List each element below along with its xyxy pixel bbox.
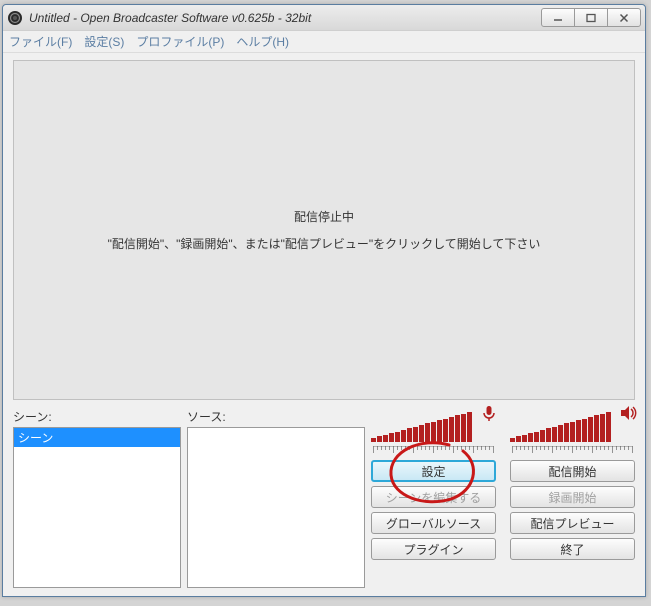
meter-bar [528,433,533,442]
mic-meter[interactable] [371,408,496,442]
menubar: ファイル(F) 設定(S) プロファイル(P) ヘルプ(H) [3,31,645,53]
meter-bar [419,425,424,442]
meter-bar [582,419,587,443]
preview-area: 配信停止中 "配信開始"、"録画開始"、または"配信プレビュー"をクリックして開… [13,60,635,400]
meter-bar [455,415,460,442]
meter-bar [383,435,388,442]
start-stream-button[interactable]: 配信開始 [510,460,635,482]
scene-item[interactable]: シーン [14,428,180,447]
menu-help[interactable]: ヘルプ(H) [236,33,289,50]
meter-bar [431,422,436,442]
meter-bar [540,430,545,442]
scenes-panel: シーン: シーン [13,408,181,588]
global-sources-button[interactable]: グローバルソース [371,512,496,534]
sources-label: ソース: [187,408,365,425]
meter-bar [371,438,376,442]
settings-button[interactable]: 設定 [371,460,496,482]
window-title: Untitled - Open Broadcaster Software v0.… [29,11,541,25]
meter-bar [534,432,539,443]
meter-bar [437,420,442,442]
meter-bar [606,412,611,442]
meter-bar [413,427,418,442]
meter-bar [401,430,406,442]
meter-bar [570,422,575,442]
menu-settings[interactable]: 設定(S) [84,33,124,50]
meter-bar [467,412,472,442]
close-button[interactable] [607,8,641,27]
titlebar[interactable]: Untitled - Open Broadcaster Software v0.… [3,5,645,31]
control-buttons: 設定 配信開始 シーンを編集する 録画開始 グローバルソース 配信プレビュー プ… [371,460,635,560]
meter-bar [461,414,466,442]
meter-bar [449,417,454,442]
scenes-listbox[interactable]: シーン [13,427,181,588]
stream-status-text: 配信停止中 [294,208,354,225]
minimize-icon [553,13,563,23]
meter-bar [600,414,605,442]
meter-bar [558,425,563,442]
bottom-panels: シーン: シーン ソース: [13,408,635,588]
edit-scene-button[interactable]: シーンを編集する [371,486,496,508]
ruler-speaker [510,446,635,456]
close-icon [619,13,629,23]
meter-rulers [371,446,635,456]
meter-bar [510,438,515,442]
menu-profile[interactable]: プロファイル(P) [136,33,224,50]
sources-listbox[interactable] [187,427,365,588]
maximize-button[interactable] [574,8,608,27]
speaker-icon [619,404,637,422]
audio-meters [371,408,635,442]
application-window: Untitled - Open Broadcaster Software v0.… [2,4,646,597]
meter-bar [588,417,593,442]
scenes-label: シーン: [13,408,181,425]
stream-hint-text: "配信開始"、"録画開始"、または"配信プレビュー"をクリックして開始して下さい [108,235,541,252]
meter-bar [564,423,569,442]
meter-bar [377,436,382,442]
meter-bar [425,423,430,442]
meter-bar [389,433,394,442]
meter-bar [522,435,527,442]
exit-button[interactable]: 終了 [510,538,635,560]
meter-bar [552,427,557,442]
speaker-meter[interactable] [510,408,635,442]
meter-bar [516,436,521,442]
meter-bar [576,420,581,442]
start-record-button[interactable]: 録画開始 [510,486,635,508]
sources-panel: ソース: [187,408,365,588]
preview-stream-button[interactable]: 配信プレビュー [510,512,635,534]
meter-bar [594,415,599,442]
controls-panel: 設定 配信開始 シーンを編集する 録画開始 グローバルソース 配信プレビュー プ… [371,408,635,588]
menu-file[interactable]: ファイル(F) [9,33,72,50]
meter-bar [546,428,551,442]
window-controls [541,8,641,27]
meter-bar [395,432,400,443]
minimize-button[interactable] [541,8,575,27]
obs-app-icon [7,10,23,26]
microphone-icon [480,404,498,422]
meter-bar [443,419,448,443]
ruler-mic [371,446,496,456]
maximize-icon [586,13,596,23]
plugins-button[interactable]: プラグイン [371,538,496,560]
meter-bar [407,428,412,442]
